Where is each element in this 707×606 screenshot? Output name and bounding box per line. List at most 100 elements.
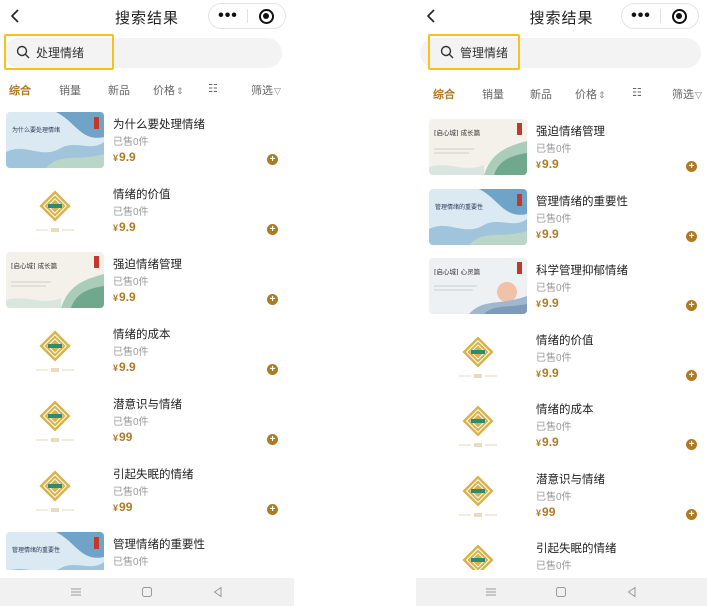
menu-icon[interactable] <box>483 584 499 600</box>
product-item[interactable]: 情绪的价值 已售0件 ¥9.9 + <box>416 322 707 392</box>
sold-count: 已售0件 <box>536 491 572 503</box>
product-name: 潜意识与情绪 <box>113 399 182 411</box>
product-price: ¥99 <box>536 505 555 519</box>
course-logo-thumbnail <box>6 322 104 378</box>
product-name: 科学管理抑郁情绪 <box>536 265 628 277</box>
product-thumbnail[interactable]: 管理情绪的重要性 <box>429 188 527 245</box>
close-miniprogram-button[interactable] <box>248 4 285 28</box>
price-value: 9.9 <box>119 360 136 374</box>
sold-count: 已售0件 <box>113 557 149 568</box>
currency-symbol: ¥ <box>536 299 542 309</box>
add-plus-icon[interactable]: + <box>686 230 697 242</box>
product-item[interactable]: 引起失眠的情绪 已售0件 ¥99 + <box>0 456 294 526</box>
product-thumbnail[interactable] <box>6 182 104 238</box>
top-navigation-bar: 搜索结果 ••• <box>416 0 707 34</box>
home-icon[interactable] <box>553 584 569 600</box>
tab-price[interactable]: 价格⇕ <box>153 82 184 98</box>
price-value: 9.9 <box>542 157 559 171</box>
more-dots-icon[interactable]: ••• <box>622 4 660 28</box>
menu-icon[interactable] <box>68 584 84 600</box>
system-nav-bar <box>416 578 707 606</box>
tab-sales[interactable]: 销量 <box>59 82 81 98</box>
tab-sales[interactable]: 销量 <box>482 86 504 102</box>
add-plus-icon[interactable]: + <box>267 434 278 445</box>
product-item[interactable]: 潜意识与情绪 已售0件 ¥99 + <box>416 461 707 531</box>
back-triangle-icon[interactable] <box>210 584 226 600</box>
product-thumbnail[interactable]: 为什么要处理情绪 <box>6 112 104 168</box>
product-name: 管理情绪的重要性 <box>536 195 628 208</box>
tab-filter[interactable]: 筛选▽ <box>251 82 281 98</box>
product-item[interactable]: [启心城] 成长篇 强迫情绪管理 已售0件 ¥9.9 + <box>0 246 294 316</box>
course-logo-thumbnail <box>429 466 527 523</box>
product-price: ¥99 <box>113 500 132 514</box>
add-plus-icon[interactable]: + <box>267 224 278 235</box>
product-item[interactable]: 情绪的成本 已售0件 ¥9.9 + <box>416 391 707 461</box>
product-thumbnail[interactable] <box>429 327 527 384</box>
price-value: 9.9 <box>542 226 559 241</box>
home-icon[interactable] <box>139 584 155 600</box>
product-item[interactable]: 管理情绪的重要性 管理情绪的重要性 已售0件 ¥9.9 + <box>416 183 707 253</box>
product-item[interactable]: [启心城] 成长篇 强迫情绪管理 已售0件 ¥9.9 + <box>416 113 707 183</box>
product-item[interactable]: [启心城] 心灵篇 科学管理抑郁情绪 已售0件 ¥9.9 + <box>416 252 707 322</box>
sold-count: 已售0件 <box>113 277 149 288</box>
currency-symbol: ¥ <box>113 223 119 233</box>
sold-count: 已售0件 <box>113 137 149 148</box>
product-thumbnail[interactable]: [启心城] 成长篇 <box>429 119 527 175</box>
price-value: 99 <box>119 500 133 514</box>
search-input[interactable]: 管理情绪 <box>428 34 520 70</box>
currency-symbol: ¥ <box>113 363 119 373</box>
product-price: ¥9.9 <box>113 220 136 234</box>
course-logo-thumbnail <box>6 182 104 238</box>
currency-symbol: ¥ <box>113 503 119 513</box>
product-thumbnail[interactable] <box>429 466 527 523</box>
product-thumbnail[interactable] <box>6 462 104 518</box>
product-thumbnail[interactable]: [启心城] 心灵篇 <box>429 258 527 314</box>
price-value: 9.9 <box>542 365 559 380</box>
close-miniprogram-button[interactable] <box>661 4 698 28</box>
add-plus-icon[interactable]: + <box>267 364 278 375</box>
sold-count: 已售0件 <box>536 283 572 294</box>
filter-icon: ▽ <box>695 89 702 100</box>
add-plus-icon[interactable]: + <box>686 508 697 520</box>
course-logo-thumbnail <box>429 327 527 384</box>
product-name: 引起失眠的情绪 <box>536 543 617 555</box>
course-logo-thumbnail <box>6 462 104 518</box>
back-triangle-icon[interactable] <box>624 584 640 600</box>
sort-toggle-icon: ⇕ <box>598 89 606 100</box>
search-input[interactable]: 处理情绪 <box>4 34 114 70</box>
currency-symbol: ¥ <box>113 293 119 303</box>
product-thumbnail[interactable] <box>6 392 104 448</box>
add-plus-icon[interactable]: + <box>686 161 697 172</box>
product-name: 管理情绪的重要性 <box>113 539 205 551</box>
sold-count: 已售0件 <box>113 347 149 358</box>
course-logo-thumbnail <box>429 397 527 453</box>
grid-layout-icon[interactable]: ☷ <box>632 86 642 99</box>
product-item[interactable]: 为什么要处理情绪 为什么要处理情绪 已售0件 ¥9.9 + <box>0 106 294 176</box>
grid-layout-icon[interactable]: ☷ <box>208 82 218 95</box>
add-plus-icon[interactable]: + <box>686 300 697 311</box>
tab-new[interactable]: 新品 <box>108 82 130 98</box>
product-name: 情绪的成本 <box>536 404 594 416</box>
search-bar: 管理情绪 <box>420 34 701 70</box>
add-plus-icon[interactable]: + <box>686 369 697 381</box>
tab-comprehensive[interactable]: 综合 <box>433 86 455 102</box>
product-thumbnail[interactable]: [启心城] 成长篇 <box>6 252 104 308</box>
product-item[interactable]: 情绪的价值 已售0件 ¥9.9 + <box>0 176 294 246</box>
sold-count: 已售0件 <box>113 417 149 428</box>
add-plus-icon[interactable]: + <box>686 439 697 450</box>
course-logo-thumbnail <box>6 392 104 448</box>
product-thumbnail[interactable] <box>6 322 104 378</box>
target-icon <box>258 8 274 24</box>
tab-comprehensive[interactable]: 综合 <box>9 82 31 98</box>
add-plus-icon[interactable]: + <box>267 504 278 515</box>
add-plus-icon[interactable]: + <box>267 294 278 305</box>
tab-price-label: 价格 <box>575 89 597 101</box>
more-dots-icon[interactable]: ••• <box>209 4 247 28</box>
tab-new[interactable]: 新品 <box>530 86 552 102</box>
product-item[interactable]: 潜意识与情绪 已售0件 ¥99 + <box>0 386 294 456</box>
product-item[interactable]: 情绪的成本 已售0件 ¥9.9 + <box>0 316 294 386</box>
add-plus-icon[interactable]: + <box>267 154 278 165</box>
tab-price[interactable]: 价格⇕ <box>575 86 606 102</box>
product-thumbnail[interactable] <box>429 397 527 453</box>
tab-filter[interactable]: 筛选▽ <box>672 86 702 102</box>
